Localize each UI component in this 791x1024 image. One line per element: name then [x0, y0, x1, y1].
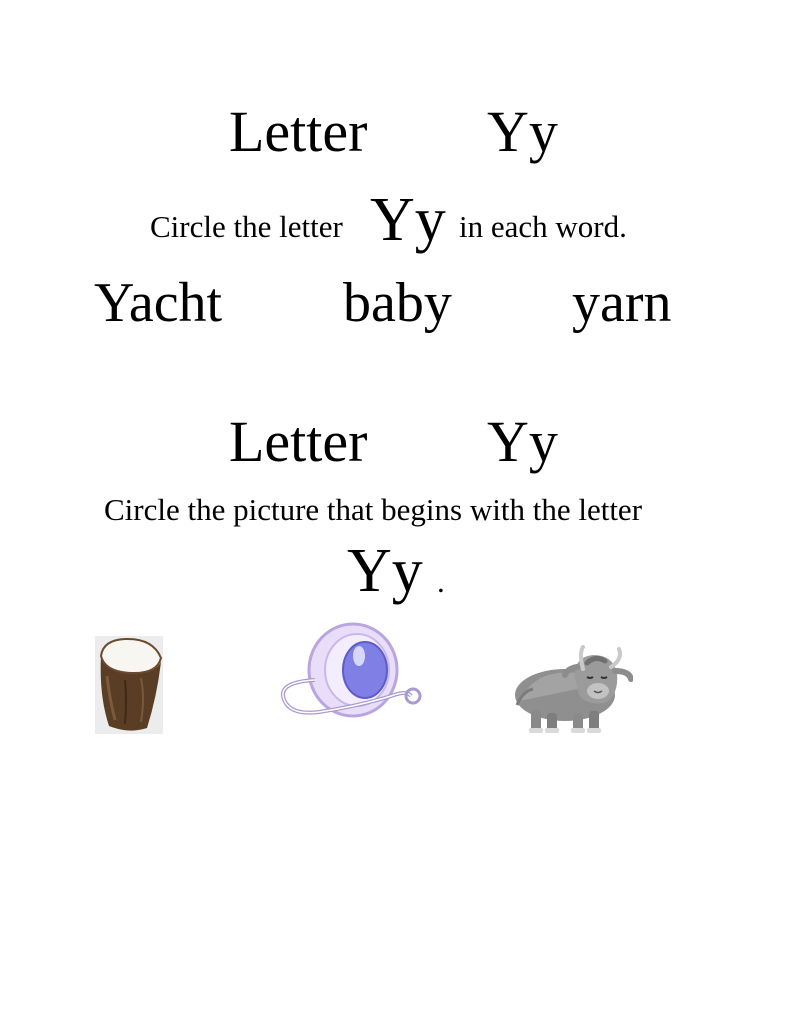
yam-icon[interactable]: [95, 636, 163, 734]
yo-yo-drawing: [280, 622, 422, 718]
section2-period: .: [437, 564, 445, 599]
section1-instruction-after: in each word.: [459, 209, 627, 244]
word-yacht[interactable]: Yacht: [94, 275, 222, 331]
section2-instruction: Circle the picture that begins with the …: [104, 492, 643, 527]
section1-instruction-letter: Yy: [370, 186, 446, 254]
section2-title-word: Letter: [229, 409, 368, 474]
yam-drawing: [95, 636, 163, 734]
section2-letter: Yy: [347, 537, 423, 605]
section1-title-letter: Yy: [487, 99, 558, 164]
section2-title-letter: Yy: [487, 409, 558, 474]
yak-icon[interactable]: [513, 645, 634, 735]
yo-yo-icon[interactable]: [279, 620, 423, 720]
section1-instruction-before: Circle the letter: [150, 209, 343, 244]
yak-drawing: [515, 645, 634, 733]
word-yarn[interactable]: yarn: [572, 275, 672, 331]
word-baby[interactable]: baby: [343, 275, 452, 331]
section1-title-word: Letter: [229, 99, 368, 164]
